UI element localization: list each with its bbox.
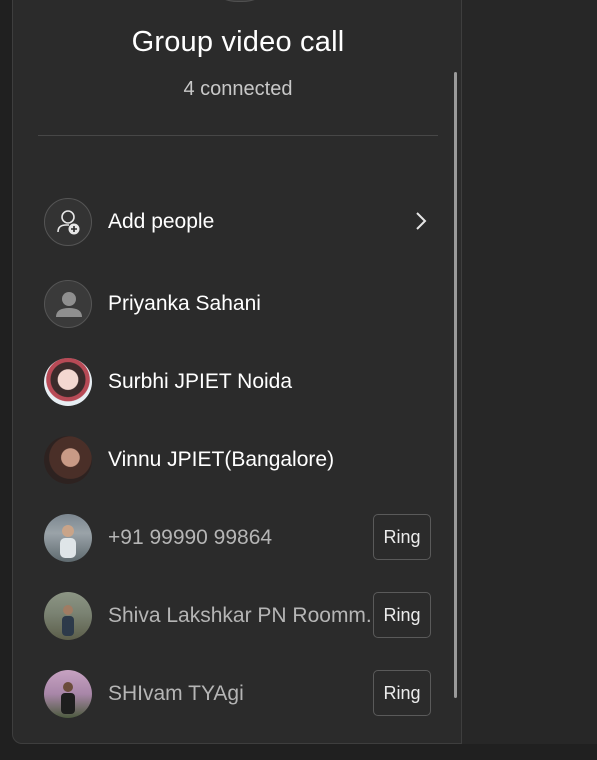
chevron-right-icon <box>416 212 427 230</box>
participant-row[interactable]: SHIvam TYAgi Ring <box>44 668 444 720</box>
participant-name: +91 99990 99864 <box>108 526 273 549</box>
person-add-icon <box>44 198 92 246</box>
participant-row[interactable]: Shiva Lakshkar PN Roomm... Ring <box>44 590 444 642</box>
default-avatar <box>44 280 92 328</box>
photo-avatar <box>44 670 92 718</box>
photo-avatar <box>44 514 92 562</box>
add-people-label: Add people <box>108 210 215 233</box>
scrollbar[interactable] <box>454 72 457 698</box>
divider <box>38 135 438 136</box>
photo-avatar <box>44 436 92 484</box>
connected-count: 4 connected <box>183 78 293 100</box>
ring-button[interactable]: Ring <box>373 514 431 560</box>
group-avatar <box>196 0 284 2</box>
ring-button[interactable]: Ring <box>373 670 431 716</box>
participant-name: Vinnu JPIET(Bangalore) <box>108 448 335 471</box>
page-title: Group video call <box>131 26 345 58</box>
photo-avatar <box>44 358 92 406</box>
photo-avatar <box>44 592 92 640</box>
participant-name: Surbhi JPIET Noida <box>108 370 293 393</box>
participant-name: Priyanka Sahani <box>108 292 261 315</box>
participant-row[interactable]: Surbhi JPIET Noida <box>44 356 444 408</box>
participant-row[interactable]: Vinnu JPIET(Bangalore) <box>44 434 444 486</box>
participant-name: SHIvam TYAgi <box>108 682 244 705</box>
add-people-button[interactable]: Add people <box>44 196 444 248</box>
participant-row[interactable]: Priyanka Sahani <box>44 278 444 330</box>
participant-row[interactable]: +91 99990 99864 Ring <box>44 512 444 564</box>
ring-button[interactable]: Ring <box>373 592 431 638</box>
participant-name: Shiva Lakshkar PN Roomm... <box>108 604 384 627</box>
participants-panel: Group video call 4 connected Add people … <box>12 0 462 744</box>
call-window-background <box>462 0 597 744</box>
